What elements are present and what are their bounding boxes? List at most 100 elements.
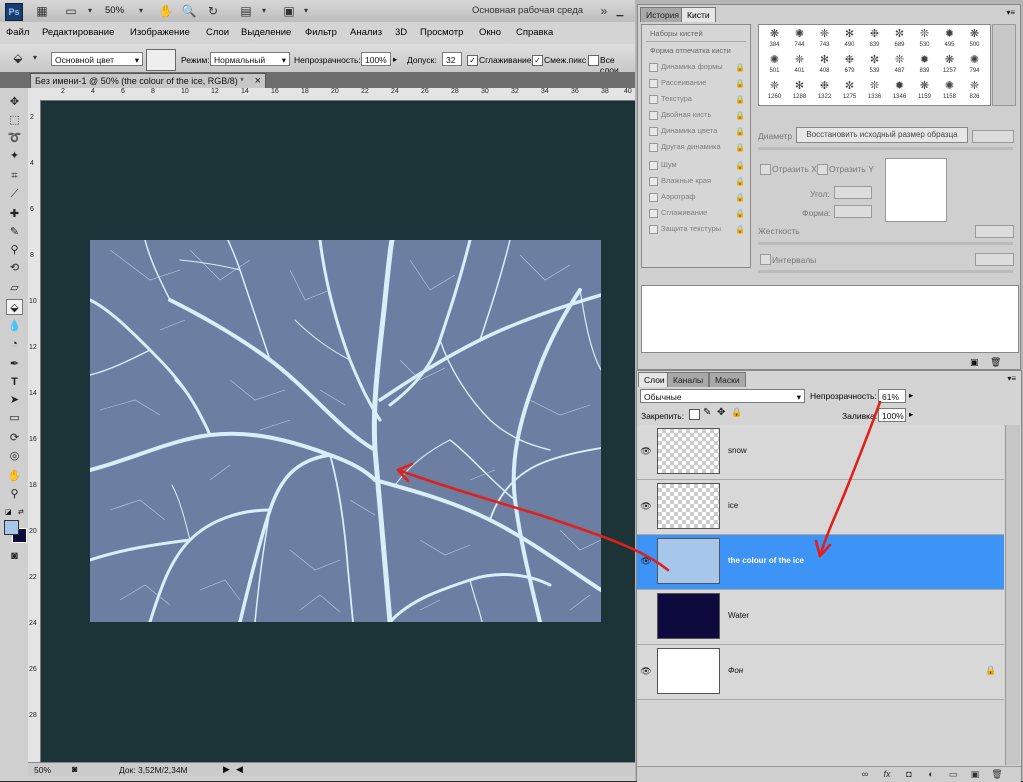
- spacing-checkbox[interactable]: [760, 254, 771, 265]
- layer-style-icon[interactable]: fx: [881, 769, 893, 780]
- option-checkbox[interactable]: [649, 209, 658, 218]
- 3d-rotate-tool-icon[interactable]: ⟳: [6, 430, 23, 446]
- diameter-slider[interactable]: [758, 147, 1013, 150]
- layer-row-ice[interactable]: 👁 ice: [637, 480, 1004, 535]
- brush-option-item[interactable]: Рассеивание 🔒: [646, 76, 746, 90]
- brush-tip[interactable]: ❋ 500: [961, 27, 988, 51]
- diameter-input[interactable]: [972, 130, 1014, 143]
- brush-option-item[interactable]: Текстура 🔒: [646, 92, 746, 106]
- chevron-right-icon[interactable]: ▶: [223, 764, 230, 775]
- brush-tip[interactable]: ❉ 1322: [811, 79, 838, 103]
- layer-row-background[interactable]: 👁 Фон 🔒: [637, 645, 1004, 700]
- lasso-tool-icon[interactable]: ➰: [6, 130, 23, 146]
- lock-icon[interactable]: 🔒: [735, 191, 745, 202]
- chevron-right-icon[interactable]: ▸: [909, 390, 913, 401]
- brush-tip[interactable]: ✼ 1275: [836, 79, 863, 103]
- eraser-tool-icon[interactable]: ▱: [6, 280, 23, 296]
- blur-tool-icon[interactable]: 💧: [6, 318, 23, 334]
- option-checkbox[interactable]: [649, 111, 658, 120]
- clone-stamp-tool-icon[interactable]: ⚲: [6, 242, 23, 258]
- quick-mask-icon[interactable]: ◙: [6, 548, 23, 564]
- brush-presets-button[interactable]: Наборы кистей: [646, 27, 746, 42]
- tolerance-input[interactable]: 32: [442, 52, 462, 66]
- magic-wand-tool-icon[interactable]: ✦: [6, 148, 23, 164]
- fill-input[interactable]: 100%: [878, 408, 906, 422]
- status-info-icon[interactable]: ◙: [72, 764, 77, 774]
- all-layers-checkbox[interactable]: [588, 55, 599, 66]
- workspace-menu-icon[interactable]: »: [596, 3, 612, 19]
- chevron-down-icon[interactable]: ▾: [298, 3, 314, 19]
- brush-tip[interactable]: ❈ 401: [786, 53, 813, 77]
- brush-tip[interactable]: ❋ 384: [761, 27, 788, 51]
- menu-view[interactable]: Просмотр: [420, 27, 463, 38]
- brush-tip[interactable]: ✼ 539: [861, 53, 888, 77]
- brush-tip[interactable]: ✹ 839: [911, 53, 938, 77]
- chevron-down-icon[interactable]: ▾: [27, 50, 43, 66]
- menu-edit[interactable]: Редактирование: [42, 27, 114, 38]
- brush-tip[interactable]: ❊ 530: [911, 27, 938, 51]
- brush-option-item[interactable]: Защита текстуры 🔒: [646, 222, 746, 236]
- adjustment-layer-icon[interactable]: ◐: [925, 769, 937, 780]
- brush-tip[interactable]: ❊ 487: [886, 53, 913, 77]
- brush-tip-grid[interactable]: ❋ 384 ✺ 744 ❈ 743 ✻ 490 ❉ 839 ✼ 689 ❊ 530 ✹ 495 …: [758, 24, 991, 106]
- document-image[interactable]: [90, 240, 601, 622]
- hardness-input[interactable]: [975, 225, 1014, 238]
- lock-pixels-icon[interactable]: ✎: [703, 407, 711, 418]
- lock-icon[interactable]: 🔒: [735, 207, 745, 218]
- option-checkbox[interactable]: [649, 225, 658, 234]
- brush-tip[interactable]: ✺ 1158: [936, 79, 963, 103]
- lock-all-icon[interactable]: 🔒: [731, 407, 742, 418]
- move-tool-icon[interactable]: ✥: [6, 94, 23, 110]
- lock-transparent-icon[interactable]: [689, 409, 700, 420]
- chevron-right-icon[interactable]: ▸: [393, 54, 397, 65]
- path-selection-tool-icon[interactable]: ➤: [6, 392, 23, 408]
- option-checkbox[interactable]: [649, 79, 658, 88]
- spacing-slider[interactable]: [758, 270, 1013, 273]
- spacing-input[interactable]: [975, 253, 1014, 266]
- option-checkbox[interactable]: [649, 127, 658, 136]
- new-layer-icon[interactable]: ▣: [969, 769, 981, 780]
- panel-menu-icon[interactable]: ▾≡: [1006, 8, 1015, 17]
- tab-masks[interactable]: Маски: [709, 372, 746, 387]
- brush-tip[interactable]: ❋ 1159: [911, 79, 938, 103]
- brush-tip[interactable]: ✺ 744: [786, 27, 813, 51]
- brush-option-item[interactable]: Сглаживание 🔒: [646, 206, 746, 220]
- pattern-swatch[interactable]: [146, 49, 176, 71]
- option-checkbox[interactable]: [649, 193, 658, 202]
- layout-icon[interactable]: ▭: [63, 3, 79, 19]
- paint-bucket-icon[interactable]: ⬙: [10, 50, 26, 66]
- brush-tip-shape-item[interactable]: Форма отпечатка кисти: [646, 44, 746, 58]
- restore-size-button[interactable]: Восстановить исходный размер образца: [796, 127, 968, 143]
- chevron-right-icon[interactable]: ▸: [909, 409, 913, 420]
- workspace-label[interactable]: Основная рабочая среда: [472, 5, 583, 16]
- brush-tip[interactable]: ✻ 490: [836, 27, 863, 51]
- layer-row-colour-of-ice[interactable]: 👁 the colour of the ice: [637, 535, 1004, 590]
- flip-y-checkbox[interactable]: [817, 164, 828, 175]
- brush-tip[interactable]: ❈ 743: [811, 27, 838, 51]
- brush-tip[interactable]: ❋ 1257: [936, 53, 963, 77]
- brush-tip[interactable]: ❈ 826: [961, 79, 988, 103]
- option-checkbox[interactable]: [649, 177, 658, 186]
- brush-tip[interactable]: ✻ 408: [811, 53, 838, 77]
- add-mask-icon[interactable]: ◘: [903, 769, 915, 780]
- brush-grid-scrollbar[interactable]: [992, 24, 1016, 106]
- foreground-color-swatch[interactable]: [4, 520, 19, 535]
- eye-icon[interactable]: 👁: [640, 446, 652, 458]
- type-tool-icon[interactable]: T: [6, 374, 23, 390]
- brush-option-item[interactable]: Другая динамика 🔒: [646, 140, 746, 154]
- 3d-orbit-tool-icon[interactable]: ◎: [6, 448, 23, 464]
- lock-icon[interactable]: 🔒: [735, 175, 745, 186]
- menu-analysis[interactable]: Анализ: [350, 27, 382, 38]
- layer-row-water[interactable]: Water: [637, 590, 1004, 645]
- option-checkbox[interactable]: [649, 143, 658, 152]
- brush-tip[interactable]: ❉ 839: [861, 27, 888, 51]
- shape-tool-icon[interactable]: ▭: [6, 410, 23, 426]
- trash-icon[interactable]: 🗑: [990, 357, 1001, 368]
- tab-history[interactable]: История: [640, 7, 685, 22]
- default-colors-icon[interactable]: ◪: [5, 508, 12, 516]
- hardness-slider[interactable]: [758, 242, 1013, 245]
- lock-icon[interactable]: 🔒: [735, 223, 745, 234]
- brush-angle-preview[interactable]: [885, 158, 947, 222]
- roundness-input[interactable]: [834, 205, 872, 218]
- brush-tip[interactable]: ❊ 1336: [861, 79, 888, 103]
